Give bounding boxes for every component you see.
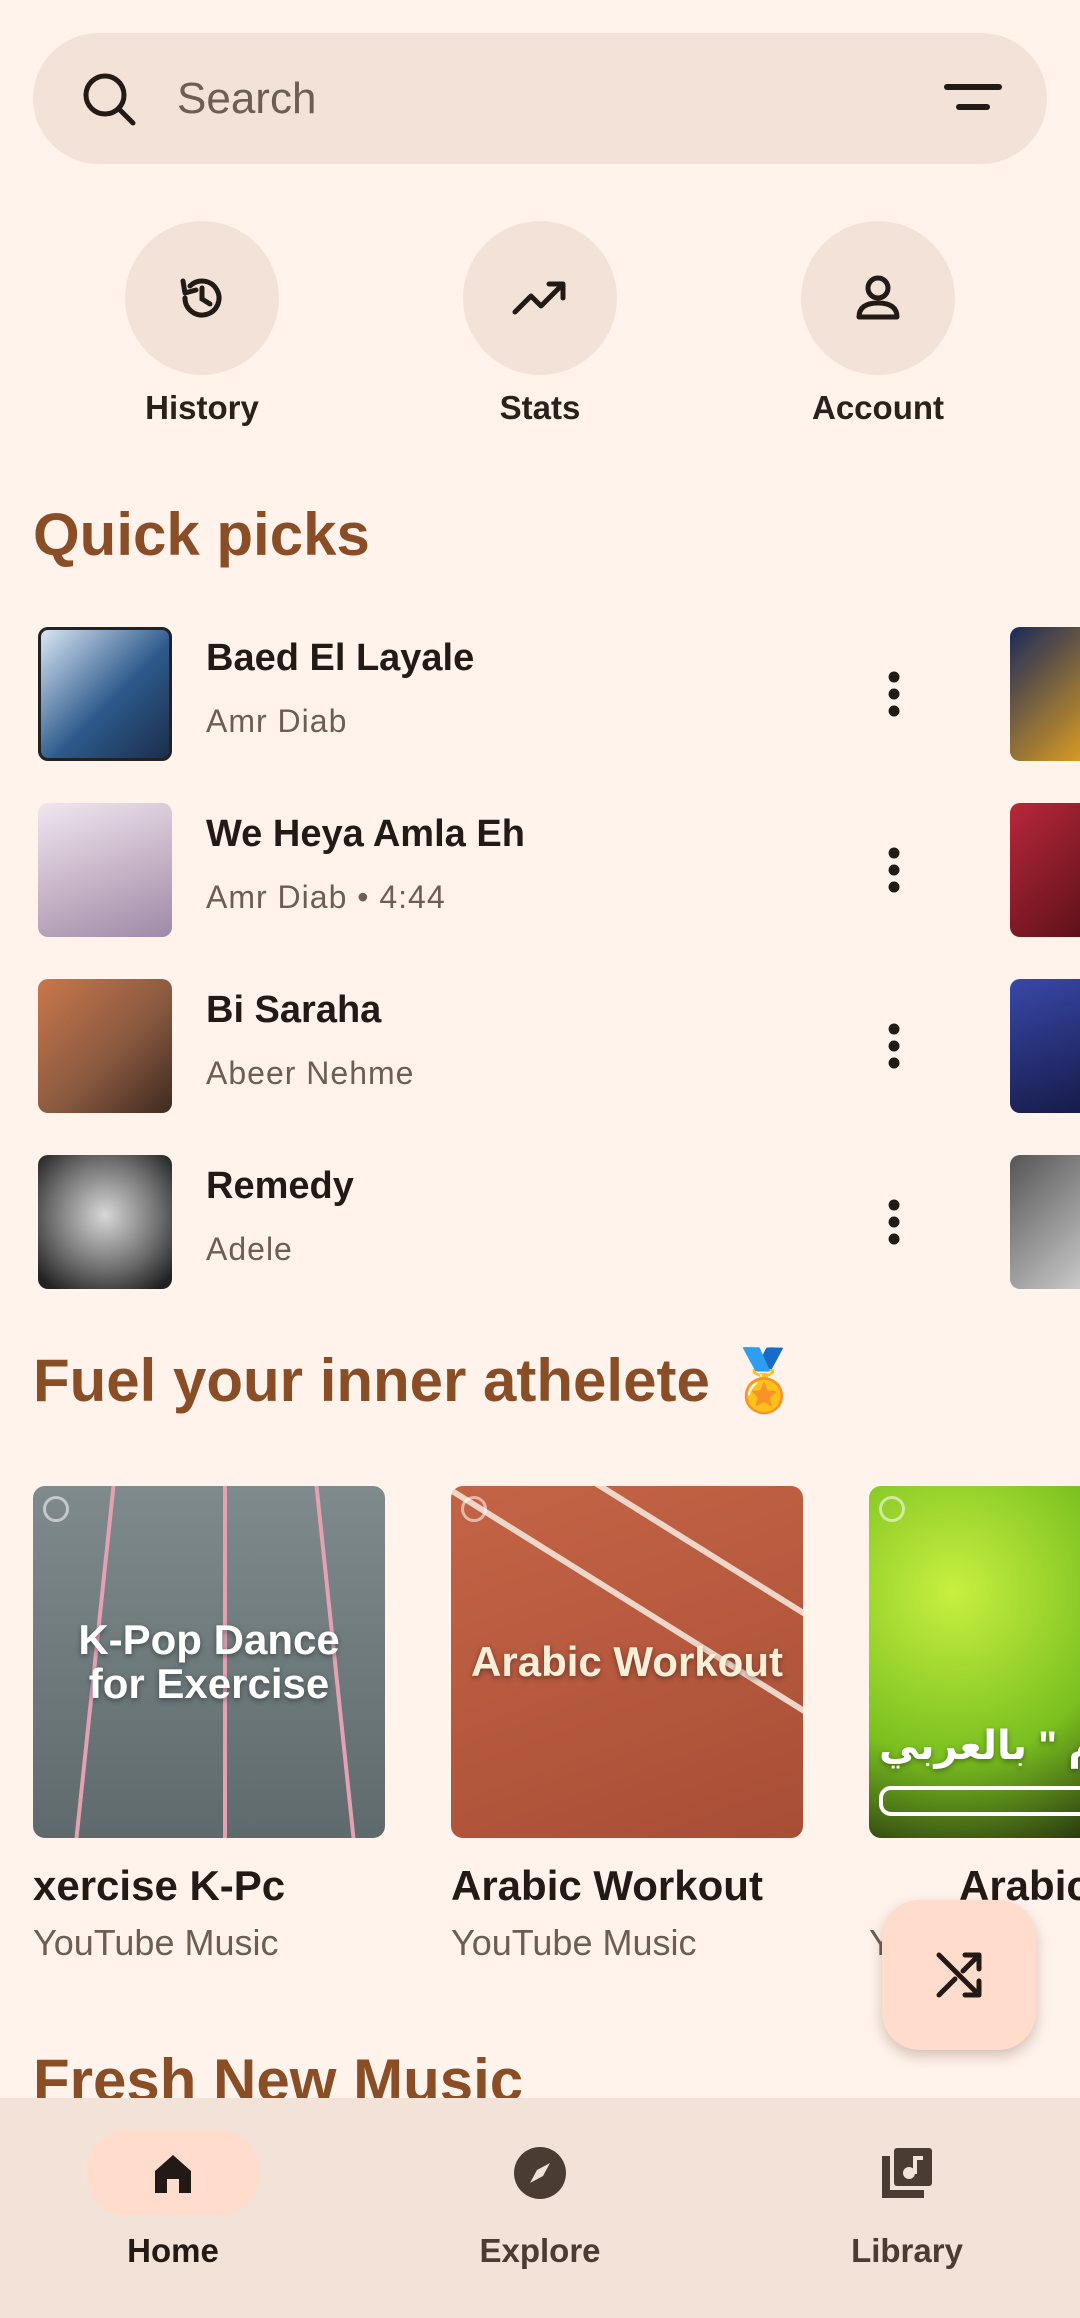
song-title: Remedy (206, 1165, 354, 1207)
song-artist: Abeer Nehme (206, 1055, 415, 1091)
search-placeholder: Search (177, 74, 317, 123)
list-item[interactable]: Remedy Adele (38, 1155, 1080, 1289)
nav-library[interactable]: Library (782, 2130, 1032, 2270)
shuffle-button[interactable] (882, 1900, 1036, 2050)
more-options-icon[interactable] (864, 664, 924, 724)
list-item[interactable]: We Heya Amla Eh Amr Diab • 4:44 (38, 803, 1080, 937)
song-artist: Amr Diab (206, 703, 348, 739)
album-art (38, 1155, 172, 1289)
playlist-art: K-Pop Dance for Exercise (33, 1486, 385, 1838)
stats-shortcut[interactable]: Stats (440, 221, 640, 427)
nav-explore-label: Explore (479, 2232, 601, 2269)
album-art (1010, 627, 1080, 761)
song-artist: Amr Diab • 4:44 (206, 879, 446, 915)
filter-icon[interactable] (943, 79, 1003, 119)
history-shortcut[interactable]: History (102, 221, 302, 427)
nav-explore[interactable]: Explore (415, 2130, 665, 2270)
nav-home-label: Home (127, 2232, 219, 2269)
playlist-art-text: Arabic Workout (471, 1638, 783, 1685)
playlist-art: Arabic Workout (451, 1486, 803, 1838)
playlist-card[interactable]: Arabic Workout Arabic Workout YouTube Mu… (451, 1486, 803, 1964)
playlist-subtitle: YouTube Music (33, 1922, 279, 1963)
history-icon (180, 278, 222, 318)
nav-home[interactable]: Home (48, 2130, 298, 2270)
bottom-navigation: Home Explore Library (0, 2098, 1080, 2318)
quick-picks-title: Quick picks (33, 501, 370, 568)
account-label: Account (812, 389, 944, 426)
song-title: Bi Saraha (206, 989, 382, 1031)
library-icon (882, 2148, 932, 2198)
athlete-section-title: Fuel your inner athelete 🏅 (33, 1347, 802, 1414)
nav-library-label: Library (851, 2232, 963, 2269)
album-art (1010, 1155, 1080, 1289)
album-art (1010, 803, 1080, 937)
home-icon (155, 2155, 191, 2193)
album-art (38, 627, 172, 761)
album-art (38, 979, 172, 1113)
history-label: History (145, 389, 259, 426)
playlist-subtitle: YouTube Music (451, 1922, 697, 1963)
search-bar[interactable]: Search (33, 33, 1047, 164)
compass-icon (514, 2147, 566, 2199)
album-art (1010, 979, 1080, 1113)
trending-up-icon (512, 281, 566, 315)
song-artist: Adele (206, 1231, 293, 1267)
album-art (38, 803, 172, 937)
more-options-icon[interactable] (864, 840, 924, 900)
more-options-icon[interactable] (864, 1192, 924, 1252)
playlist-card[interactable]: K-Pop Dance for Exercise xercise K-Pc Yo… (33, 1486, 385, 1964)
playlist-title: xercise K-Pc (33, 1862, 286, 1909)
search-icon (83, 73, 136, 126)
playlist-card[interactable]: إم " بالعربي Arabic Y Mu (869, 1486, 1080, 1964)
account-shortcut[interactable]: Account (778, 221, 978, 427)
person-icon (856, 275, 900, 320)
shuffle-icon (936, 1952, 982, 1998)
song-title: We Heya Amla Eh (206, 813, 525, 855)
stats-label: Stats (499, 389, 581, 426)
song-title: Baed El Layale (206, 637, 475, 679)
playlist-art-text: K-Pop Dance for Exercise (78, 1616, 340, 1707)
more-options-icon[interactable] (864, 1016, 924, 1076)
playlist-art: إم " بالعربي (869, 1486, 1080, 1838)
playlist-art-text: إم " بالعربي (879, 1724, 1080, 1768)
playlist-title: Arabic Workout (451, 1862, 763, 1909)
list-item[interactable]: Baed El Layale Amr Diab (38, 627, 1080, 761)
list-item[interactable]: Bi Saraha Abeer Nehme (38, 979, 1080, 1113)
